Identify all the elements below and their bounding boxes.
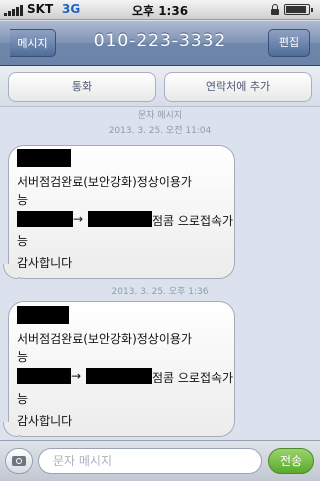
message-line: 서버점검완료(보안강화)정상이용가 <box>17 332 192 346</box>
send-button[interactable]: 전송 <box>268 448 314 474</box>
message-input[interactable]: 문자 메시지 <box>38 448 262 474</box>
bubble-tail <box>3 264 18 279</box>
message-bubble[interactable]: 서버점검완료(보안강화)정상이용가 능 → 점콤 으로접속가 능 감사합니다 <box>3 301 235 437</box>
redacted-block <box>17 211 73 227</box>
message-timestamp: 2013. 3. 25. 오후 1:36 <box>111 287 209 297</box>
message-line: 서버점검완료(보안강화)정상이용가 <box>17 175 192 189</box>
message-list[interactable]: 문자 메시지 2013. 3. 25. 오전 11:04 서버점검완료(보안강화… <box>0 107 320 440</box>
call-button[interactable]: 통화 <box>8 72 156 102</box>
orientation-lock-icon <box>271 4 279 15</box>
arrow-glyph: → <box>71 369 82 383</box>
redacted-block <box>86 368 152 384</box>
message-line: 능 <box>17 234 29 248</box>
message-line: 감사합니다 <box>17 414 73 428</box>
status-bar: SKT 3G 오후 1:36 <box>0 0 320 20</box>
battery-icon <box>284 4 313 15</box>
battery-level-fill <box>286 6 306 13</box>
message-line: 점콤 으로접속가 <box>152 371 234 385</box>
arrow-glyph: → <box>73 212 84 226</box>
add-contact-button[interactable]: 연락처에 추가 <box>164 72 312 102</box>
contact-actions: 통화 연락처에 추가 <box>0 66 320 107</box>
bubble-tail <box>3 422 18 437</box>
message-line: 능 <box>17 392 29 406</box>
message-line: 능 <box>17 350 29 364</box>
compose-bar: 문자 메시지 전송 <box>0 440 320 481</box>
message-line: 점콤 으로접속가 <box>152 214 234 228</box>
camera-icon[interactable] <box>5 448 33 474</box>
message-line: 능 <box>17 193 29 207</box>
message-timestamp: 2013. 3. 25. 오전 11:04 <box>108 126 212 136</box>
message-line: 감사합니다 <box>17 256 73 270</box>
message-bubble[interactable]: 서버점검완료(보안강화)정상이용가 능 → 점콤 으로접속가 능 감사합니다 <box>3 145 235 279</box>
navigation-bar: 메시지 010-223-3332 편집 <box>0 21 320 66</box>
redacted-block <box>17 306 69 324</box>
redacted-block <box>88 211 152 227</box>
redacted-block <box>17 368 71 384</box>
redacted-block <box>17 149 71 167</box>
conversation-header: 문자 메시지 <box>137 111 183 121</box>
edit-button[interactable]: 편집 <box>268 29 310 57</box>
